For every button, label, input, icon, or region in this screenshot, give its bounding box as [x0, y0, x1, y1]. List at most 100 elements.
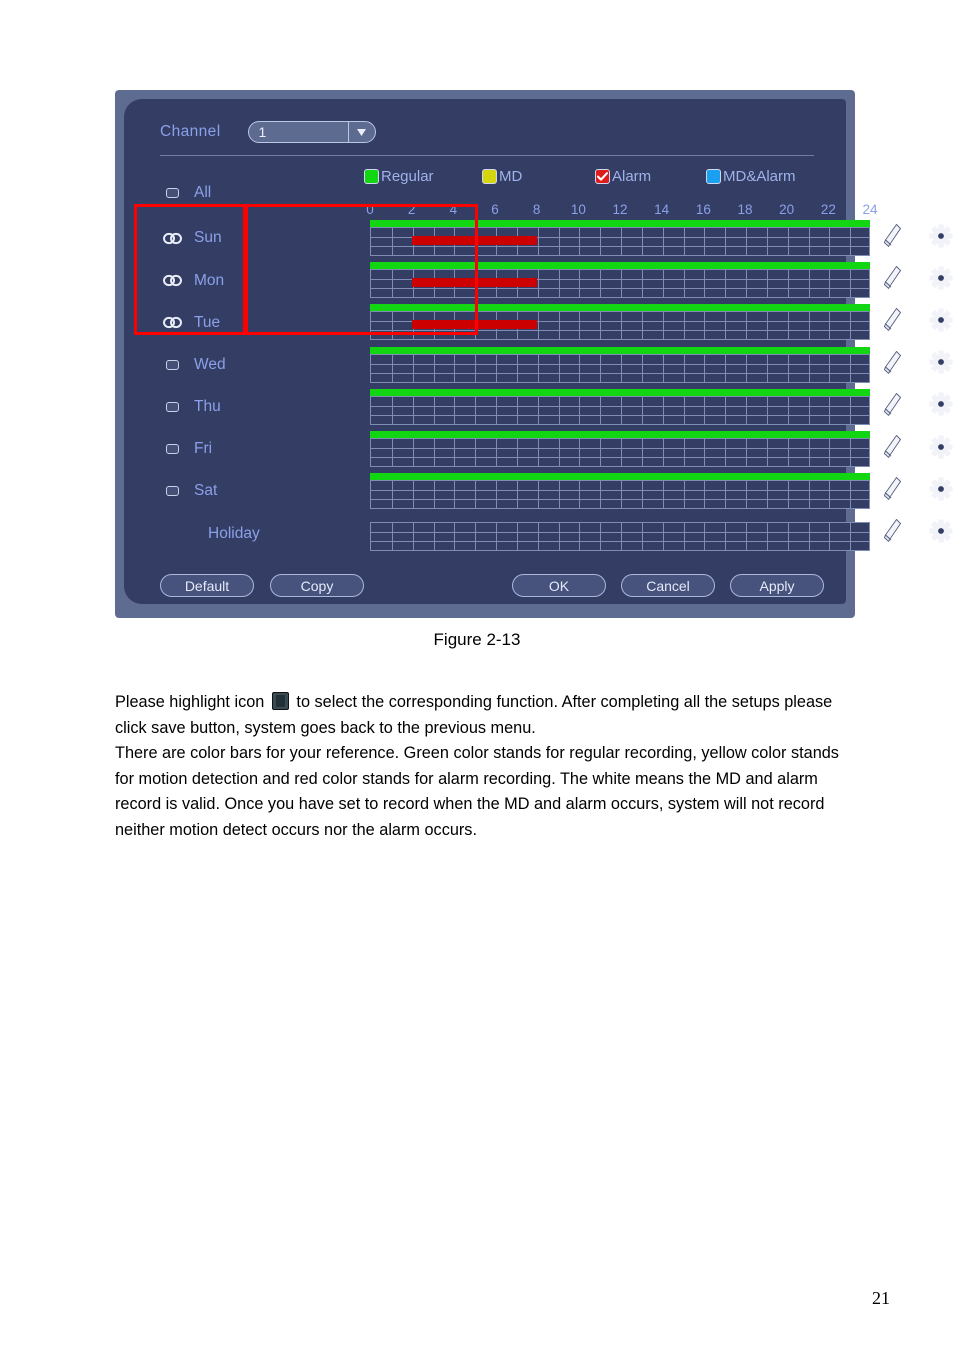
gear-icon[interactable]	[929, 392, 953, 421]
timeline-grid[interactable]	[370, 437, 870, 467]
channel-select[interactable]: 1	[247, 121, 376, 143]
pencil-icon[interactable]	[883, 519, 902, 547]
grid-line-vertical	[850, 523, 852, 551]
grid-line-vertical	[600, 523, 602, 551]
grid-line-vertical	[725, 270, 727, 298]
copy-button[interactable]: Copy	[270, 574, 364, 597]
grid-line-horizontal	[371, 372, 869, 374]
chevron-down-icon[interactable]	[347, 122, 375, 142]
grid-line-vertical	[808, 270, 810, 298]
day-label: Fri	[194, 440, 213, 458]
day-label-cell[interactable]: Holiday	[160, 512, 332, 554]
grid-line-vertical	[787, 438, 789, 466]
default-button[interactable]: Default	[160, 574, 254, 597]
apply-button[interactable]: Apply	[730, 574, 824, 597]
grid-line-vertical	[454, 396, 456, 424]
day-timeline[interactable]	[370, 346, 870, 383]
grid-line-vertical	[725, 438, 727, 466]
grid-line-vertical	[433, 438, 435, 466]
grid-line-vertical	[412, 396, 414, 424]
day-timeline[interactable]	[370, 388, 870, 425]
gear-icon[interactable]	[929, 308, 953, 337]
grid-line-vertical	[662, 228, 664, 255]
timeline-grid[interactable]	[370, 480, 870, 510]
grid-line-vertical	[850, 312, 852, 340]
checkbox-icon[interactable]	[160, 359, 184, 370]
gear-icon[interactable]	[929, 519, 953, 548]
pencil-icon[interactable]	[883, 350, 902, 379]
timeline-grid[interactable]	[370, 395, 870, 425]
grid-line-vertical	[808, 228, 810, 255]
schedule-row-wed: Wed	[160, 344, 953, 386]
day-label-cell[interactable]: Wed	[160, 344, 332, 386]
pencil-icon[interactable]	[883, 477, 902, 505]
grid-line-vertical	[850, 396, 852, 424]
hour-tick-14: 14	[654, 202, 670, 217]
checkbox-icon[interactable]	[160, 401, 184, 412]
grid-line-vertical	[579, 523, 581, 551]
legend-item-alarm[interactable]: Alarm	[595, 169, 651, 184]
grid-line-vertical	[725, 354, 727, 382]
grid-line-vertical	[433, 481, 435, 509]
grid-line-vertical	[516, 396, 518, 424]
grid-line-horizontal	[371, 405, 869, 407]
legend-item-md[interactable]: MD	[482, 169, 522, 184]
checkbox-icon[interactable]	[160, 486, 184, 497]
grid-line-vertical	[683, 523, 685, 551]
color-swatch-icon[interactable]	[706, 169, 721, 184]
gear-icon[interactable]	[929, 477, 953, 506]
grid-line-vertical	[475, 523, 477, 551]
grid-line-vertical	[704, 312, 706, 340]
pencil-icon[interactable]	[883, 392, 902, 421]
pencil-icon[interactable]	[883, 308, 902, 336]
pencil-icon[interactable]	[883, 223, 902, 252]
body-text: Please highlight icon to select the corr…	[115, 690, 855, 843]
pencil-icon[interactable]	[883, 434, 902, 463]
grid-line-vertical	[725, 481, 727, 509]
grid-line-vertical	[683, 228, 685, 255]
pencil-icon[interactable]	[883, 266, 902, 294]
color-swatch-icon[interactable]	[364, 169, 379, 184]
ok-button[interactable]: OK	[512, 574, 606, 597]
timeline-grid[interactable]	[370, 522, 870, 552]
gear-icon[interactable]	[929, 223, 953, 253]
checkbox-icon[interactable]	[160, 187, 184, 198]
grid-line-vertical	[433, 523, 435, 551]
grid-line-vertical	[829, 354, 831, 382]
legend-item-regular[interactable]: Regular	[364, 169, 434, 184]
grid-line-vertical	[850, 228, 852, 255]
grid-line-vertical	[829, 438, 831, 466]
gear-icon[interactable]	[929, 266, 953, 295]
grid-line-vertical	[641, 228, 643, 255]
grid-line-vertical	[496, 481, 497, 509]
regular-record-bar	[370, 346, 870, 354]
timeline-grid[interactable]	[370, 353, 870, 383]
day-label-cell[interactable]: Fri	[160, 428, 332, 470]
gear-icon[interactable]	[929, 350, 953, 379]
color-swatch-icon[interactable]	[482, 169, 497, 184]
grid-line-vertical	[662, 481, 664, 509]
grid-line-vertical	[475, 438, 477, 466]
grid-line-vertical	[683, 481, 685, 509]
dialog-button-bar: Default Copy OK Cancel Apply	[160, 574, 824, 598]
cancel-button[interactable]: Cancel	[621, 574, 715, 597]
row-action-icons	[878, 217, 954, 259]
day-timeline[interactable]	[370, 473, 870, 510]
day-timeline[interactable]	[370, 515, 870, 552]
grid-line-vertical	[662, 312, 664, 340]
grid-line-vertical	[558, 438, 560, 466]
checked-checkbox-icon[interactable]	[595, 169, 610, 184]
checkbox-icon[interactable]	[160, 444, 184, 455]
regular-record-bar	[370, 388, 870, 396]
grid-line-horizontal	[371, 532, 869, 534]
grid-line-vertical	[766, 523, 768, 551]
paragraph-1: Please highlight icon to select the corr…	[115, 690, 855, 741]
legend-item-md-and-alarm[interactable]: MD&Alarm	[706, 169, 796, 184]
day-label-cell[interactable]: Sat	[160, 470, 332, 512]
gear-icon[interactable]	[929, 434, 953, 464]
day-label-cell[interactable]: Thu	[160, 386, 332, 428]
regular-record-bar	[370, 430, 870, 438]
hour-tick-6: 6	[491, 202, 499, 217]
all-days-row[interactable]: All	[160, 185, 211, 201]
day-timeline[interactable]	[370, 430, 870, 467]
